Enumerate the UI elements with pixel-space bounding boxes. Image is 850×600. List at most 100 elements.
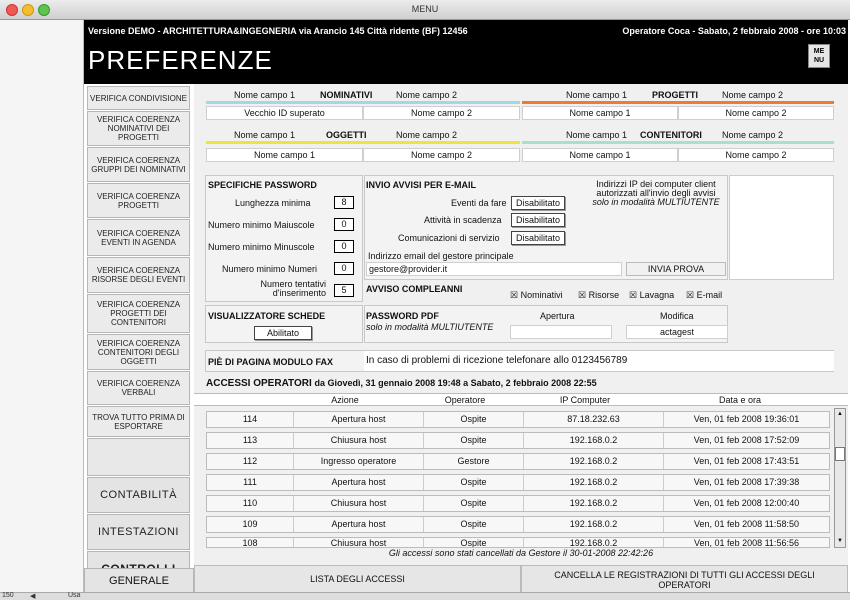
scroll-down-icon[interactable]: ▼ xyxy=(836,537,844,545)
col-data: Data e ora xyxy=(718,395,762,405)
sidebar-generale-label[interactable]: GENERALE xyxy=(84,568,194,594)
nominativi-field1-value[interactable]: Vecchio ID superato xyxy=(206,106,363,120)
eventi-da-fare-toggle[interactable]: Disabilitato xyxy=(511,196,565,210)
sidebar-item-coerenza-eventi[interactable]: VERIFICA COERENZA EVENTI IN AGENDA xyxy=(87,219,190,256)
col-operatore: Operatore xyxy=(444,395,486,405)
contenitori-section-label: CONTENITORI xyxy=(640,130,702,140)
table-row[interactable]: 111 Apertura host Ospite 192.168.0.2 Ven… xyxy=(206,474,830,491)
row-operatore: Gestore xyxy=(423,454,523,469)
table-scrollbar[interactable]: ▲ ▼ xyxy=(834,408,846,548)
password-min-lower-input[interactable]: 0 xyxy=(334,240,354,253)
accessi-title-bold: ACCESSI OPERATORI xyxy=(206,378,312,389)
oggetti-section-label: OGGETTI xyxy=(326,130,367,140)
row-azione: Apertura host xyxy=(293,412,423,427)
ip-list-field[interactable] xyxy=(729,175,834,280)
fax-footer-input[interactable]: In caso di problemi di ricezione telefon… xyxy=(364,351,834,371)
sidebar-item-coerenza-gruppi[interactable]: VERIFICA COERENZA GRUPPI DEI NOMINATIVI xyxy=(87,147,190,182)
sidebar-item-coerenza-progetti[interactable]: VERIFICA COERENZA PROGETTI xyxy=(87,183,190,218)
sidebar-item-coerenza-nominativi-progetti[interactable]: VERIFICA COERENZA NOMINATIVI DEI PROGETT… xyxy=(87,111,190,146)
password-min-upper-label: Numero minimo Maiuscole xyxy=(208,220,315,230)
sidebar-item-coerenza-risorse[interactable]: VERIFICA COERENZA RISORSE DEGLI EVENTI xyxy=(87,257,190,293)
password-attempts-input[interactable]: 5 xyxy=(334,284,354,297)
pdf-modifica-input[interactable]: actagest xyxy=(626,325,728,339)
lista-accessi-button[interactable]: LISTA DEGLI ACCESSI xyxy=(194,565,521,594)
email-notifications-title: INVIO AVVISI PER E-MAIL xyxy=(366,180,477,190)
menu-button[interactable]: ME NU xyxy=(808,44,830,68)
oggetti-color-stripe xyxy=(206,141,520,144)
row-data: Ven, 01 feb 2008 11:56:56 xyxy=(663,538,829,547)
accessi-date-range: da Giovedì, 31 gennaio 2008 19:48 a Saba… xyxy=(314,378,597,388)
table-row[interactable]: 113 Chiusura host Ospite 192.168.0.2 Ven… xyxy=(206,432,830,449)
progetti-field1-value[interactable]: Nome campo 1 xyxy=(522,106,678,120)
sidebar-item-trova-tutto[interactable]: TROVA TUTTO PRIMA DI ESPORTARE xyxy=(87,406,190,437)
scroll-thumb[interactable] xyxy=(835,447,845,461)
password-attempts-label: Numero tentativi d'inserimento xyxy=(258,280,326,298)
password-title: SPECIFICHE PASSWORD xyxy=(208,180,317,190)
row-operatore: Ospite xyxy=(423,517,523,532)
compleanni-lavagna-label: Lavagna xyxy=(639,290,675,300)
progetti-field1-label: Nome campo 1 xyxy=(566,90,628,100)
password-min-length-input[interactable]: 8 xyxy=(334,196,354,209)
progetti-field2-label: Nome campo 2 xyxy=(722,90,784,100)
row-data: Ven, 01 feb 2008 17:43:51 xyxy=(663,454,829,469)
password-min-lower-label: Numero minimo Minuscole xyxy=(208,242,315,252)
cancella-accessi-button[interactable]: CANCELLA LE REGISTRAZIONI DI TUTTI GLI A… xyxy=(521,565,848,594)
password-min-numbers-input[interactable]: 0 xyxy=(334,262,354,275)
sidebar-item-coerenza-oggetti[interactable]: VERIFICA COERENZA CONTENITORI DEGLI OGGE… xyxy=(87,334,190,370)
visualizzatore-toggle[interactable]: Abilitato xyxy=(254,326,312,340)
row-azione: Apertura host xyxy=(293,517,423,532)
contenitori-field2-value[interactable]: Nome campo 2 xyxy=(678,148,834,162)
sidebar-item-coerenza-verbali[interactable]: VERIFICA COERENZA VERBALI xyxy=(87,371,190,405)
nominativi-field2-value[interactable]: Nome campo 2 xyxy=(363,106,520,120)
nominativi-field1-label: Nome campo 1 xyxy=(234,90,296,100)
zoom-level[interactable]: 150 xyxy=(2,592,14,599)
pdf-apertura-input[interactable] xyxy=(510,325,612,339)
row-id: 108 xyxy=(242,538,258,548)
compleanni-risorse-label: Risorse xyxy=(588,290,620,300)
invia-prova-button[interactable]: INVIA PROVA xyxy=(626,262,726,276)
compleanni-risorse-option[interactable]: ☒ Risorse xyxy=(578,290,619,301)
password-min-upper-input[interactable]: 0 xyxy=(334,218,354,231)
table-row[interactable]: 108 Chiusura host Ospite 192.168.0.2 Ven… xyxy=(206,537,830,548)
compleanni-nominativi-option[interactable]: ☒ Nominativi xyxy=(510,290,563,301)
row-id: 113 xyxy=(242,435,258,445)
checkbox-checked-icon: ☒ xyxy=(510,290,519,300)
email-gestore-input[interactable]: gestore@provider.it xyxy=(366,262,622,276)
row-operatore: Ospite xyxy=(423,496,523,511)
sidebar-item-label: VERIFICA COERENZA CONTENITORI DEGLI OGGE… xyxy=(96,338,181,366)
compleanni-email-option[interactable]: ☒ E-mail xyxy=(686,290,722,301)
row-azione: Chiusura host xyxy=(293,538,423,547)
pdf-password-title: PASSWORD PDF xyxy=(366,311,439,321)
ip-info-text: Indirizzi IP dei computer client autoriz… xyxy=(586,180,726,207)
attivita-scadenza-toggle[interactable]: Disabilitato xyxy=(511,213,565,227)
oggetti-field2-value[interactable]: Nome campo 2 xyxy=(363,148,520,162)
accessi-deleted-note: Gli accessi sono stati cancellati da Ges… xyxy=(388,548,654,558)
comunicazioni-servizio-toggle[interactable]: Disabilitato xyxy=(511,231,565,245)
row-ip: 192.168.0.2 xyxy=(523,475,663,490)
progetti-color-stripe xyxy=(522,101,834,104)
sidebar-item-label: VERIFICA CONDIVISIONE xyxy=(90,93,187,103)
ip-info-line3: solo in modalità MULTIUTENTE xyxy=(592,197,720,207)
fax-title: PIÈ DI PAGINA MODULO FAX xyxy=(208,357,334,367)
table-row[interactable]: 114 Apertura host Ospite 87.18.232.63 Ve… xyxy=(206,411,830,428)
visualizzatore-title: VISUALIZZATORE SCHEDE xyxy=(208,311,326,321)
col-azione: Azione xyxy=(331,395,359,405)
oggetti-field1-value[interactable]: Nome campo 1 xyxy=(206,148,363,162)
table-row[interactable]: 109 Apertura host Ospite 192.168.0.2 Ven… xyxy=(206,516,830,533)
table-row[interactable]: 110 Chiusura host Ospite 192.168.0.2 Ven… xyxy=(206,495,830,512)
sidebar-item-coerenza-contenitori[interactable]: VERIFICA COERENZA PROGETTI DEI CONTENITO… xyxy=(87,294,190,333)
zoom-control-icon[interactable]: ◀ xyxy=(30,592,35,600)
sidebar-contabilita-button[interactable]: CONTABILITÀ xyxy=(87,477,190,513)
contenitori-color-stripe xyxy=(522,141,834,144)
compleanni-lavagna-option[interactable]: ☒ Lavagna xyxy=(629,290,674,301)
scroll-up-icon[interactable]: ▲ xyxy=(836,410,844,418)
pdf-apertura-label: Apertura xyxy=(540,311,575,321)
mode-indicator: Usa xyxy=(68,592,81,599)
table-row[interactable]: 112 Ingresso operatore Gestore 192.168.0… xyxy=(206,453,830,470)
sidebar-item-verifica-condivisione[interactable]: VERIFICA CONDIVISIONE xyxy=(87,86,190,110)
sidebar-intestazioni-button[interactable]: INTESTAZIONI xyxy=(87,514,190,550)
progetti-field2-value[interactable]: Nome campo 2 xyxy=(678,106,834,120)
sidebar-item-label: CONTABILITÀ xyxy=(100,488,177,501)
contenitori-field2-label: Nome campo 2 xyxy=(722,130,784,140)
contenitori-field1-value[interactable]: Nome campo 1 xyxy=(522,148,678,162)
